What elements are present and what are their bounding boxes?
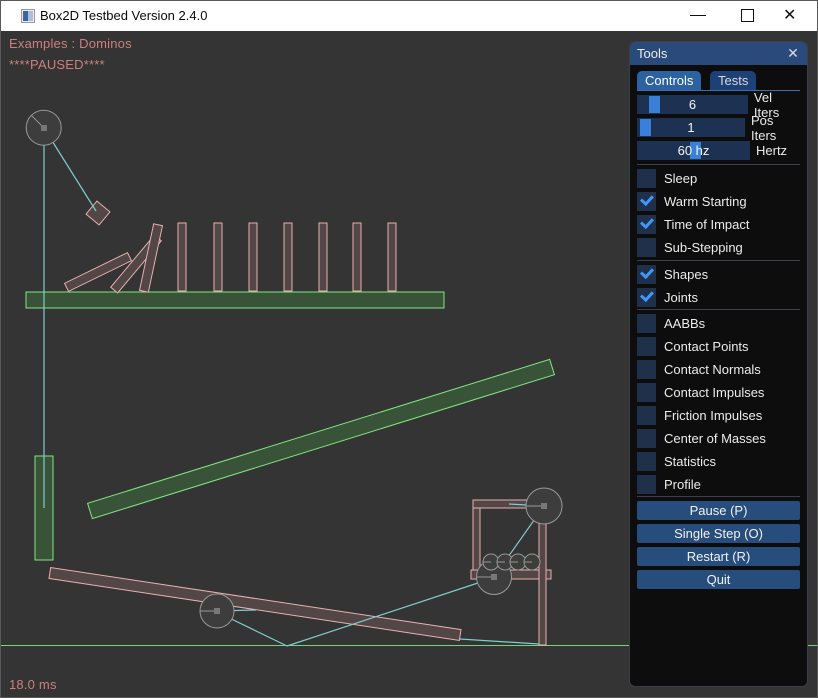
checkbox[interactable] (637, 383, 656, 402)
vel-iters-value: 6 (637, 95, 748, 114)
checkbox[interactable] (637, 452, 656, 471)
checkbox-row-shapes[interactable]: Shapes (637, 265, 800, 284)
maximize-icon (741, 9, 754, 22)
os-titlebar[interactable]: Box2D Testbed Version 2.4.0 ✕ (1, 1, 817, 31)
checkbox-label: Sleep (664, 171, 697, 186)
checkbox-label: Center of Masses (664, 431, 766, 446)
checkbox-label: Warm Starting (664, 194, 747, 209)
hertz-label: Hertz (756, 143, 787, 158)
minimize-button[interactable] (676, 1, 720, 31)
checkbox[interactable] (637, 429, 656, 448)
hertz-row: 60 hz Hertz (637, 141, 800, 160)
checkbox-row-contact-normals[interactable]: Contact Normals (637, 360, 800, 379)
checkbox-row-sleep[interactable]: Sleep (637, 169, 800, 188)
checkbox[interactable] (637, 337, 656, 356)
domino (353, 223, 361, 291)
separator (637, 496, 800, 497)
physics-canvas[interactable]: Examples : Dominos ****PAUSED**** 18.0 m… (1, 31, 818, 698)
quit-button[interactable]: Quit (637, 570, 800, 589)
checkbox-row-sub-stepping[interactable]: Sub-Stepping (637, 238, 800, 257)
domino (214, 223, 222, 291)
checkbox[interactable] (637, 192, 656, 211)
domino (284, 223, 292, 291)
vel-iters-slider[interactable]: 6 (637, 95, 748, 114)
pos-iters-label: Pos Iters (751, 113, 800, 143)
checkbox-label: Contact Impulses (664, 385, 764, 400)
checkbox-row-joints[interactable]: Joints (637, 288, 800, 307)
frame-right-post (539, 508, 546, 645)
pos-iters-slider[interactable]: 1 (637, 118, 745, 137)
checkbox[interactable] (637, 265, 656, 284)
tools-panel-title: Tools (637, 46, 667, 61)
example-title: Examples : Dominos (9, 36, 132, 51)
checkbox[interactable] (637, 360, 656, 379)
domino (388, 223, 396, 291)
separator (637, 164, 800, 165)
checkbox[interactable] (637, 169, 656, 188)
pos-iters-row: 1 Pos Iters (637, 118, 800, 137)
checkbox-row-statistics[interactable]: Statistics (637, 452, 800, 471)
paused-status: ****PAUSED**** (9, 57, 105, 72)
pendulum-box (86, 201, 110, 225)
tools-panel: Tools ✕ Controls Tests 6 Vel Iters (629, 41, 808, 687)
vel-iters-row: 6 Vel Iters (637, 95, 800, 114)
hertz-value: 60 hz (637, 141, 750, 160)
checkbox-label: AABBs (664, 316, 705, 331)
checkbox-row-center-of-masses[interactable]: Center of Masses (637, 429, 800, 448)
ramp (88, 359, 555, 518)
domino (249, 223, 257, 291)
checkbox-label: Friction Impulses (664, 408, 762, 423)
domino (319, 223, 327, 291)
checkbox-row-friction-impulses[interactable]: Friction Impulses (637, 406, 800, 425)
close-button[interactable]: ✕ (771, 1, 815, 31)
domino-platform (26, 292, 444, 308)
checkbox-label: Contact Normals (664, 362, 761, 377)
checkbox[interactable] (637, 406, 656, 425)
domino (178, 223, 186, 291)
single-step-button[interactable]: Single Step (O) (637, 524, 800, 543)
checkbox[interactable] (637, 475, 656, 494)
pause-button[interactable]: Pause (P) (637, 501, 800, 520)
checkbox-label: Shapes (664, 267, 708, 282)
checkbox-row-time-of-impact[interactable]: Time of Impact (637, 215, 800, 234)
sleeping-circles (26, 110, 562, 628)
checkbox-label: Joints (664, 290, 698, 305)
checkbox-row-warm-starting[interactable]: Warm Starting (637, 192, 800, 211)
window-title: Box2D Testbed Version 2.4.0 (40, 8, 207, 23)
separator (637, 260, 800, 261)
checkbox-label: Sub-Stepping (664, 240, 743, 255)
tools-panel-titlebar[interactable]: Tools ✕ (630, 42, 807, 65)
restart-button[interactable]: Restart (R) (637, 547, 800, 566)
frame-time: 18.0 ms (9, 677, 57, 692)
checkbox-row-aabbs[interactable]: AABBs (637, 314, 800, 333)
hertz-slider[interactable]: 60 hz (637, 141, 750, 160)
seesaw-plank (49, 568, 461, 641)
checkbox-label: Time of Impact (664, 217, 749, 232)
dynamic-bodies (49, 201, 551, 645)
checkbox-label: Statistics (664, 454, 716, 469)
joint-anchors (41, 125, 547, 614)
checkbox-row-contact-points[interactable]: Contact Points (637, 337, 800, 356)
app-icon (21, 9, 35, 23)
close-icon: ✕ (783, 6, 796, 26)
app-window: Box2D Testbed Version 2.4.0 ✕ (0, 0, 818, 698)
checkbox-row-profile[interactable]: Profile (637, 475, 800, 494)
checkbox[interactable] (637, 314, 656, 333)
checkbox-label: Profile (664, 477, 701, 492)
maximize-button[interactable] (726, 1, 770, 31)
tab-tests[interactable]: Tests (710, 71, 756, 90)
checkbox[interactable] (637, 288, 656, 307)
checkbox-label: Contact Points (664, 339, 749, 354)
minimize-icon (690, 15, 706, 16)
checkbox-row-contact-impulses[interactable]: Contact Impulses (637, 383, 800, 402)
pos-iters-value: 1 (637, 118, 745, 137)
tab-bar: Controls Tests (637, 71, 800, 91)
separator (637, 309, 800, 310)
tab-controls[interactable]: Controls (637, 71, 701, 90)
checkbox[interactable] (637, 238, 656, 257)
tools-close-button[interactable]: ✕ (784, 42, 802, 65)
checkbox[interactable] (637, 215, 656, 234)
